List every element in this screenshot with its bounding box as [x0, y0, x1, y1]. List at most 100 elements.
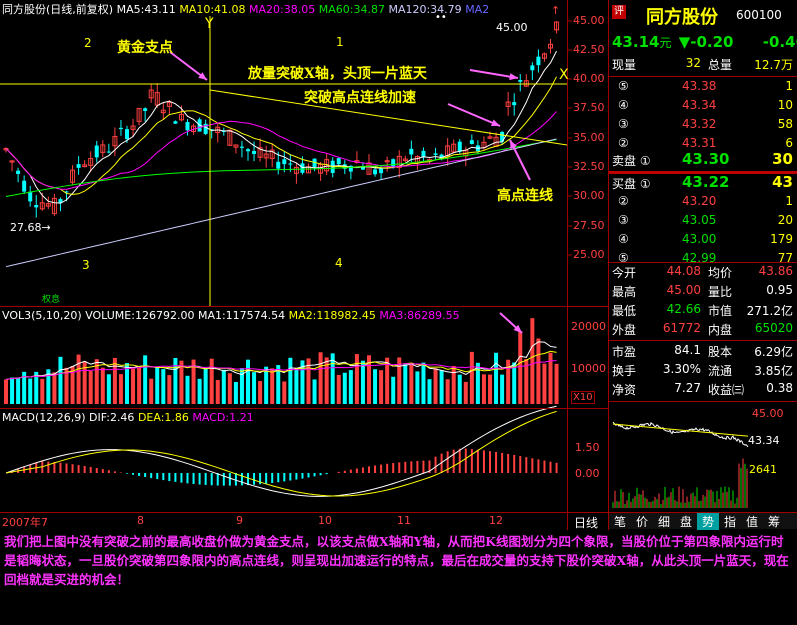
candle-body	[536, 56, 541, 66]
detail-tab[interactable]: 势	[697, 513, 719, 530]
macd-header: MACD(12,26,9) DIF:2.46 DEA:1.86 MACD:1.2…	[2, 411, 254, 424]
volume-bar	[52, 372, 57, 404]
volume-bar	[106, 374, 111, 404]
fundamental-row: 换手 3.30% 流通 3.85亿	[612, 362, 793, 378]
volume-bar	[221, 369, 226, 404]
candle-body	[94, 145, 99, 158]
stock-code: 600100	[736, 8, 782, 22]
arrow-breakout-head	[509, 73, 518, 81]
detail-tab[interactable]: 指	[719, 513, 741, 530]
price-unit: 元	[659, 36, 672, 50]
volume-bar	[409, 363, 414, 404]
volume-bar	[161, 369, 166, 404]
bid1-row: 买盘 ① 43.22 43	[612, 173, 793, 191]
detail-tab[interactable]: 细	[653, 513, 675, 530]
volume-bar	[10, 377, 15, 404]
volume-bar	[433, 368, 438, 404]
volume-bar	[494, 352, 499, 404]
stat-row: 外盘 61772 内盘 65020	[612, 321, 793, 337]
trendline-annotation: 高点连线	[497, 188, 553, 204]
candle-body	[282, 159, 287, 165]
volume-bars	[4, 318, 559, 404]
price-change: ▼-0.20	[678, 33, 734, 51]
volume-bar	[318, 352, 323, 404]
detail-tab[interactable]: 盘	[675, 513, 697, 530]
volume-bar	[270, 368, 275, 404]
volume-bar	[427, 379, 432, 404]
bid-row: ③ 43.05 20	[618, 213, 793, 227]
detail-tab[interactable]: 筹	[763, 513, 785, 530]
bid-row: ④ 43.00 179	[618, 232, 793, 246]
detail-tab-bar: 笔价细盘势指值筹	[609, 513, 797, 530]
volume-bar	[481, 374, 486, 404]
detail-tab[interactable]: 价	[631, 513, 653, 530]
ma20-line	[5, 111, 557, 190]
volume-bar	[264, 366, 269, 404]
price-axis-tick: 42.50	[573, 43, 605, 56]
candle-body	[34, 205, 39, 208]
price-summary: 43.14元 ▼-0.20 -0.46	[612, 33, 797, 51]
volume-bar	[258, 381, 263, 404]
golden-pivot-annotation: 黄金支点	[117, 40, 173, 56]
volume-bar	[342, 372, 347, 404]
volume-bar	[173, 357, 178, 404]
quadrant-4-label: 4	[335, 256, 343, 270]
price-axis-tick: 37.50	[573, 101, 605, 114]
chart-header: 同方股份(日线,前复权) MA5:43.11 MA10:41.08 MA20:3…	[2, 1, 489, 17]
ex-rights-marker: 权息	[42, 295, 61, 305]
date-tick: 9	[236, 514, 243, 527]
volume-bar	[445, 379, 450, 404]
ask-row: ⑤ 43.38 1	[618, 79, 793, 93]
candle-body	[276, 161, 281, 169]
quadrant-1-label: 1	[336, 35, 344, 49]
candle-body	[288, 163, 293, 165]
volume-bar	[155, 366, 160, 404]
volume-bar	[4, 379, 8, 404]
period-tab-daily[interactable]: 日线	[574, 514, 598, 531]
candle-body	[336, 158, 341, 165]
detail-tab[interactable]: 值	[741, 513, 763, 530]
macd-value: MACD:1.21	[192, 411, 254, 424]
candle-body	[173, 121, 178, 124]
rating-icon[interactable]: 评	[612, 5, 626, 19]
volume-bar	[475, 362, 480, 404]
date-tick: 12	[489, 514, 503, 527]
macd-indicator-name: MACD(12,26,9)	[2, 411, 86, 424]
volume-bar	[336, 374, 341, 404]
ask1-row: 卖盘 ① 43.30 30	[612, 150, 793, 168]
vol-ma1-line	[5, 341, 557, 380]
up-arrow-icon: ↑	[551, 4, 560, 17]
candle-body	[185, 122, 190, 131]
candle-body	[252, 150, 257, 155]
mini-current-price: 43.34	[748, 434, 780, 447]
volume-bar	[288, 357, 293, 404]
dea-value: DEA:1.86	[137, 411, 189, 424]
candle-body	[125, 129, 129, 140]
volume-bar	[167, 375, 172, 404]
volume-bar	[536, 338, 541, 404]
volume-bar	[143, 355, 148, 404]
mini-volume-bars	[612, 458, 748, 508]
volume-bar	[500, 374, 505, 404]
price-axis-tick: 32.50	[573, 160, 605, 173]
vol-ma1: MA1:117574.54	[197, 309, 286, 322]
candle-body	[246, 149, 250, 152]
ma120-label: MA120:34.79	[388, 3, 462, 16]
detail-tab[interactable]: 笔	[609, 513, 631, 530]
volume-bar	[76, 354, 81, 404]
divider	[609, 262, 797, 263]
ma5-label: MA5:43.11	[116, 3, 176, 16]
volume-bar	[439, 370, 444, 404]
candle-body	[469, 140, 474, 144]
fundamental-row: 净资 7.27 收益㈢ 0.38	[612, 381, 793, 397]
volume-header: VOL3(5,10,20) VOLUME:126792.00 MA1:11757…	[2, 309, 460, 322]
candle-body	[300, 163, 305, 173]
acceleration-annotation: 突破高点连线加速	[304, 90, 416, 106]
candle-body	[28, 191, 33, 202]
mini-avg-line	[612, 423, 749, 437]
candle-body	[373, 169, 378, 175]
volume-bar	[209, 358, 214, 404]
vol-axis-10000: 10000	[571, 362, 606, 375]
volume-bar	[391, 376, 396, 404]
candle-body	[118, 127, 123, 130]
